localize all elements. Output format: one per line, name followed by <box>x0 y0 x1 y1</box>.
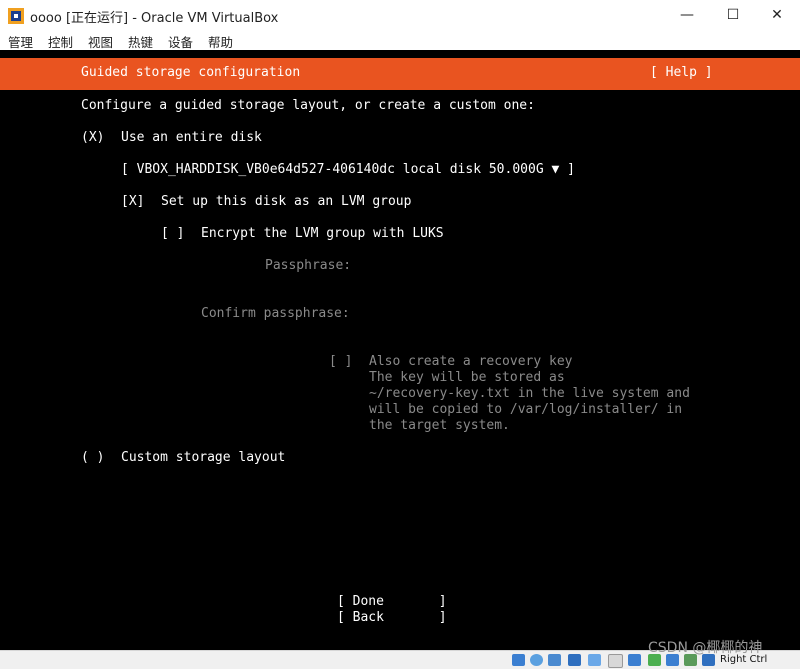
vm-screen[interactable]: Guided storage configuration [ Help ] Co… <box>0 50 800 650</box>
entire-disk-label[interactable]: Use an entire disk <box>121 130 262 145</box>
done-button[interactable]: [ Done ] <box>337 594 447 609</box>
shared-folder-icon[interactable] <box>608 654 623 668</box>
maximize-button[interactable]: ☐ <box>710 0 756 30</box>
recovery-key-checkbox[interactable]: [ ] <box>329 354 352 369</box>
recovery-key-line: The key will be stored as <box>369 370 565 385</box>
window-title: oooo [正在运行] - Oracle VM VirtualBox <box>30 11 279 26</box>
passphrase-label: Passphrase: <box>265 258 352 273</box>
lvm-label[interactable]: Set up this disk as an LVM group <box>161 194 411 209</box>
menu-control[interactable]: 控制 <box>48 32 73 51</box>
lvm-checkbox[interactable]: [X] <box>121 194 144 209</box>
audio-icon[interactable] <box>548 654 561 666</box>
display-icon[interactable] <box>628 654 641 666</box>
entire-disk-radio[interactable]: (X) <box>81 130 104 145</box>
optical-icon[interactable] <box>530 654 543 666</box>
recovery-key-line: will be copied to /var/log/installer/ in <box>369 402 683 417</box>
confirm-passphrase-label: Confirm passphrase: <box>201 306 350 321</box>
luks-label[interactable]: Encrypt the LVM group with LUKS <box>201 226 444 241</box>
hdd-icon[interactable] <box>512 654 525 666</box>
menu-help[interactable]: 帮助 <box>208 32 233 51</box>
menu-hotkeys[interactable]: 热键 <box>128 32 153 51</box>
intro-text: Configure a guided storage layout, or cr… <box>81 98 535 113</box>
custom-layout-label[interactable]: Custom storage layout <box>121 450 285 465</box>
virtualbox-app-icon <box>8 8 24 24</box>
close-button[interactable]: ✕ <box>754 0 800 30</box>
recovery-key-line: the target system. <box>369 418 510 433</box>
custom-layout-radio[interactable]: ( ) <box>81 450 104 465</box>
window-titlebar: oooo [正在运行] - Oracle VM VirtualBox — ☐ ✕ <box>0 0 800 30</box>
watermark: CSDN @椰椰的神 <box>648 640 763 656</box>
recovery-key-line: Also create a recovery key <box>369 354 573 369</box>
menu-view[interactable]: 视图 <box>88 32 113 51</box>
menu-bar: 管理 控制 视图 热键 设备 帮助 <box>0 30 800 50</box>
network-icon[interactable] <box>568 654 581 666</box>
usb-icon[interactable] <box>588 654 601 666</box>
minimize-button[interactable]: — <box>664 0 710 30</box>
back-button[interactable]: [ Back ] <box>337 610 447 625</box>
disk-select[interactable]: [ VBOX_HARDDISK_VB0e64d527-406140dc loca… <box>121 162 575 177</box>
help-button[interactable]: [ Help ] <box>650 65 713 80</box>
menu-devices[interactable]: 设备 <box>168 32 193 51</box>
luks-checkbox[interactable]: [ ] <box>161 226 184 241</box>
recovery-key-line: ~/recovery-key.txt in the live system an… <box>369 386 690 401</box>
menu-manage[interactable]: 管理 <box>8 32 33 51</box>
installer-title: Guided storage configuration <box>81 65 301 80</box>
